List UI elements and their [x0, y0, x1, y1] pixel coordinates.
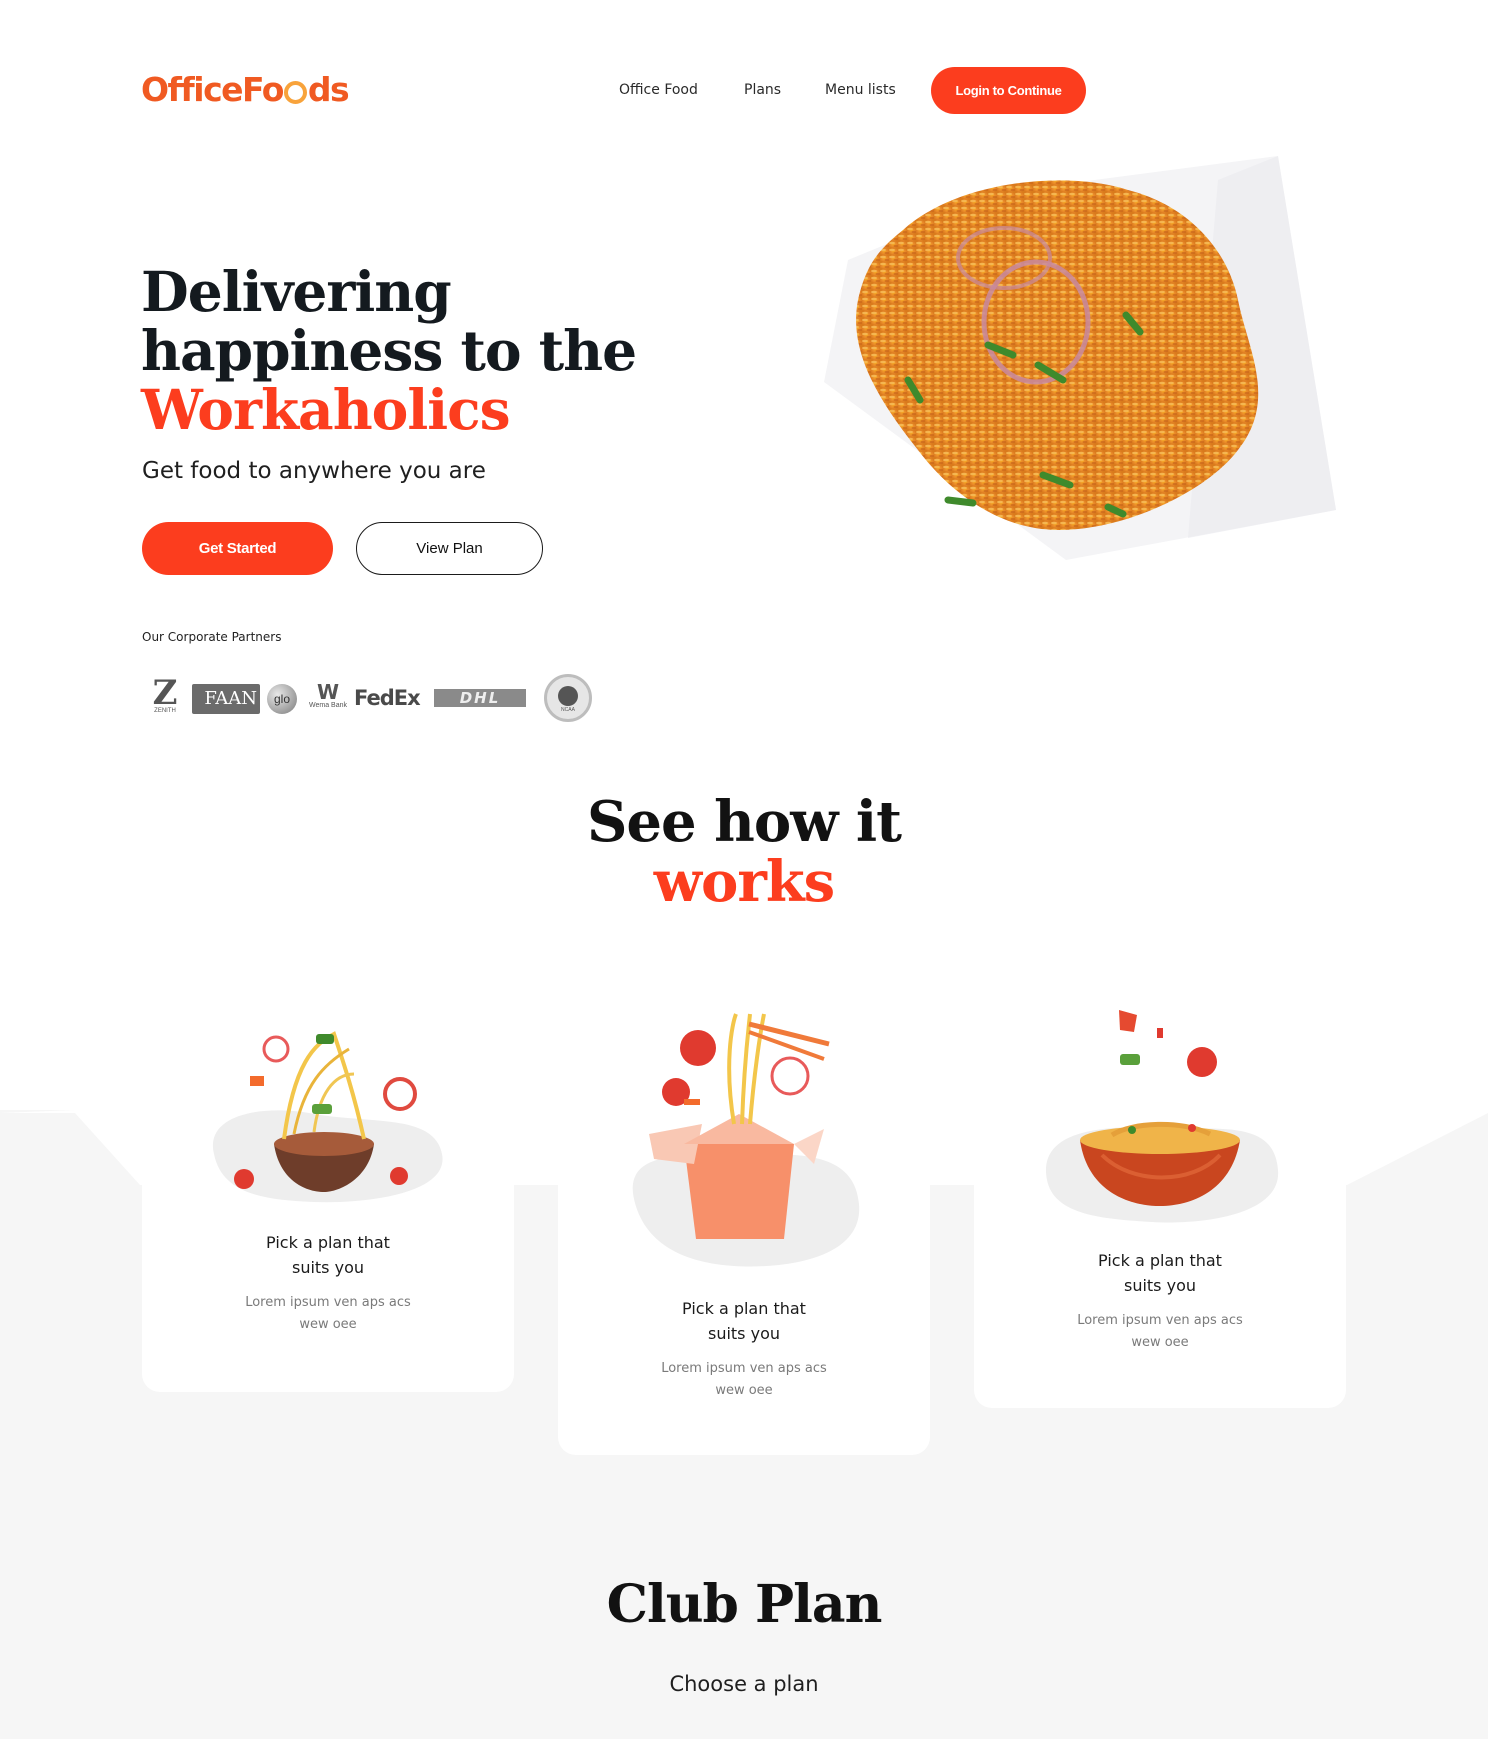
hero-title: Delivering happiness to the Workaholics	[141, 259, 637, 442]
club-plan-title: Club Plan	[606, 1574, 883, 1635]
nav-menu-lists[interactable]: Menu lists	[825, 82, 896, 98]
step-card-1: Pick a plan that suits you Lorem ipsum v…	[142, 990, 514, 1392]
step-card-3: Pick a plan that suits you Lorem ipsum v…	[974, 990, 1346, 1408]
officefoods-logo[interactable]: OfficeFo ds	[141, 70, 350, 109]
noodle-bowl-illustration	[212, 1031, 443, 1203]
hero-title-line2: happiness to the	[141, 318, 637, 383]
nav-plans[interactable]: Plans	[744, 82, 781, 98]
hero-title-accent: Workaholics	[141, 377, 511, 442]
step-card-3-title: Pick a plan that suits you	[1098, 1251, 1222, 1295]
partner-logo-glo: glo	[267, 684, 297, 714]
login-button[interactable]: Login to Continue	[931, 67, 1086, 114]
view-plan-button[interactable]: View Plan	[356, 522, 543, 575]
how-title-line1: See how it	[586, 789, 902, 855]
step-card-2-title: Pick a plan that suits you	[682, 1299, 806, 1343]
step-card-1-title: Pick a plan that suits you	[266, 1233, 390, 1277]
club-plan-subtitle: Choose a plan	[669, 1672, 819, 1696]
partner-logo-wema-bank: W Wema Bank	[309, 680, 347, 709]
step-card-3-description: Lorem ipsum ven aps acs wew oee	[1077, 1313, 1243, 1350]
partners-label: Our Corporate Partners	[142, 630, 282, 644]
step-card-2-description: Lorem ipsum ven aps acs wew oee	[661, 1361, 827, 1398]
partner-logo-dhl: DHL	[434, 689, 526, 707]
partner-logos: Z ZENITH FAAN glo W Wema Bank FedEx DHL …	[142, 670, 602, 726]
noodle-box-illustration	[632, 1013, 860, 1267]
step-card-1-description: Lorem ipsum ven aps acs wew oee	[245, 1295, 411, 1332]
red-bowl-illustration	[1045, 1010, 1279, 1223]
jollof-rice-image	[824, 156, 1336, 560]
nav-office-food[interactable]: Office Food	[619, 82, 698, 98]
how-title-accent: works	[653, 849, 835, 915]
partner-logo-faan: FAAN	[192, 684, 260, 714]
logo-ring-icon	[283, 81, 307, 104]
hero-subtitle: Get food to anywhere you are	[142, 458, 486, 484]
step-card-2: Pick a plan that suits you Lorem ipsum v…	[558, 990, 930, 1455]
partner-logo-fedex: FedEx	[354, 686, 421, 710]
partner-logo-zenith: Z ZENITH	[152, 673, 178, 714]
how-it-works-title: See how it works	[0, 792, 1488, 912]
get-started-button[interactable]: Get Started	[142, 522, 333, 575]
partner-logo-ncaa: NCAA	[544, 674, 592, 722]
hero-title-line1: Delivering	[141, 259, 452, 324]
